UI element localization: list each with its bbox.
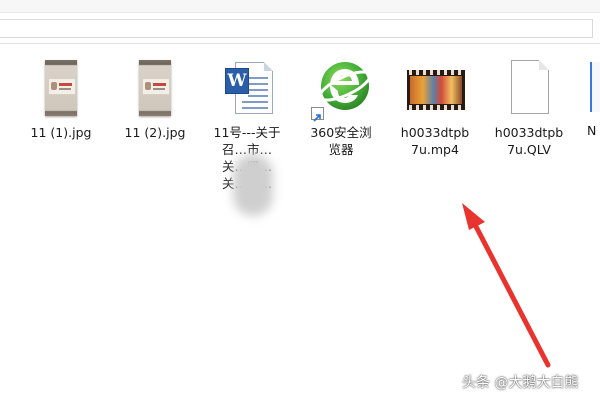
toolbar-area — [0, 13, 600, 44]
generic-file-icon — [499, 58, 559, 120]
file-list: 11 (1).jpg 11 (2).jpg W 11号---关于召…市…关…坚…… — [0, 44, 600, 400]
shortcut-arrow-icon — [311, 107, 324, 122]
file-name: 11 (1).jpg — [30, 125, 92, 140]
jpg-thumbnail-icon — [31, 58, 91, 120]
watermark: 头条 @大鹅大白熊 — [462, 375, 579, 391]
address-bar[interactable] — [0, 19, 593, 38]
jpg-thumbnail-icon — [125, 58, 185, 120]
file-item-word-document[interactable]: W 11号---关于召…市…关…坚…关…知… — [203, 58, 291, 216]
360-browser-shortcut-icon — [311, 58, 371, 122]
file-name: 360安全浏览器 — [310, 125, 372, 157]
file-item-360-browser[interactable]: 360安全浏览器 — [296, 58, 386, 158]
blurred-redaction — [233, 154, 273, 216]
file-item-11-1-jpg[interactable]: 11 (1).jpg — [16, 58, 106, 141]
file-name: h0033dtpb7u.mp4 — [400, 125, 470, 157]
word-document-icon: W — [217, 58, 277, 120]
partial-file-name: N — [587, 123, 597, 138]
file-name: 11 (2).jpg — [124, 125, 186, 140]
file-item-qlv[interactable]: h0033dtpb7u.QLV — [484, 58, 574, 158]
file-item-mp4[interactable]: h0033dtpb7u.mp4 — [390, 58, 480, 158]
file-name: h0033dtpb7u.QLV — [494, 125, 564, 157]
video-thumbnail-icon — [405, 58, 465, 120]
window-top-strip — [0, 0, 600, 13]
partial-file-icon — [590, 62, 600, 112]
file-item-11-2-jpg[interactable]: 11 (2).jpg — [110, 58, 200, 141]
